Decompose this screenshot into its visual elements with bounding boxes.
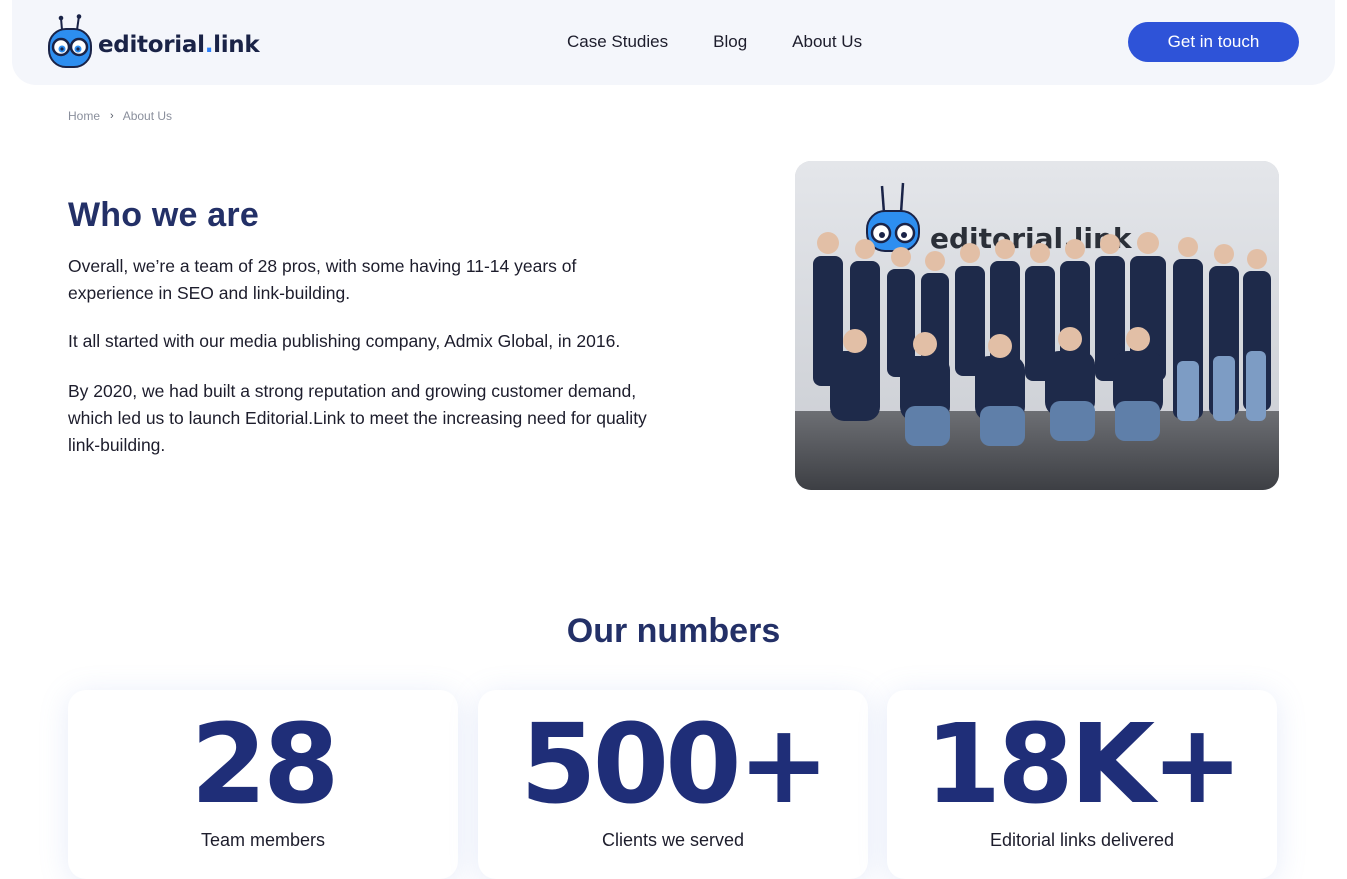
- team-jeans: [1177, 351, 1266, 421]
- logo-wordmark: editorial.link: [98, 32, 260, 58]
- stat-label: Clients we served: [601, 830, 745, 850]
- stat-label: Editorial links delivered: [989, 830, 1175, 850]
- who-we-are-heading: Who we are: [68, 196, 259, 234]
- stat-card-team: 28 Team members: [68, 690, 458, 879]
- get-in-touch-button[interactable]: Get in touch: [1128, 22, 1299, 62]
- logo-link[interactable]: editorial.link: [48, 14, 260, 68]
- nav-blog[interactable]: Blog: [713, 31, 747, 53]
- stat-card-links: 18K+ Editorial links delivered: [887, 690, 1277, 879]
- nav-about-us[interactable]: About Us: [792, 31, 862, 53]
- team-photo-illustration: editorial.link: [795, 161, 1279, 490]
- main-nav: Case Studies Blog About Us: [567, 31, 862, 53]
- stat-value: 500+: [520, 700, 830, 828]
- who-paragraph-1: Overall, we’re a team of 28 pros, with s…: [68, 256, 577, 303]
- team-photo: editorial.link: [795, 161, 1279, 490]
- nav-case-studies[interactable]: Case Studies: [567, 31, 668, 53]
- stat-value: 18K+: [924, 700, 1243, 828]
- breadcrumb: Home › About Us: [68, 109, 172, 123]
- stat-card-clients: 500+ Clients we served: [478, 690, 868, 879]
- breadcrumb-current: About Us: [122, 109, 173, 123]
- our-numbers-heading: Our numbers: [566, 612, 781, 650]
- stat-value: 28: [190, 700, 339, 828]
- who-paragraph-2: It all started with our media publishing…: [68, 331, 621, 351]
- robot-mascot-icon: [48, 14, 92, 68]
- chevron-right-icon: ›: [110, 110, 114, 122]
- who-paragraph-3: By 2020, we had built a strong reputatio…: [68, 381, 647, 455]
- site-header: editorial.link Case Studies Blog About U…: [12, 0, 1335, 85]
- stat-label: Team members: [200, 830, 326, 850]
- breadcrumb-home[interactable]: Home: [68, 109, 100, 123]
